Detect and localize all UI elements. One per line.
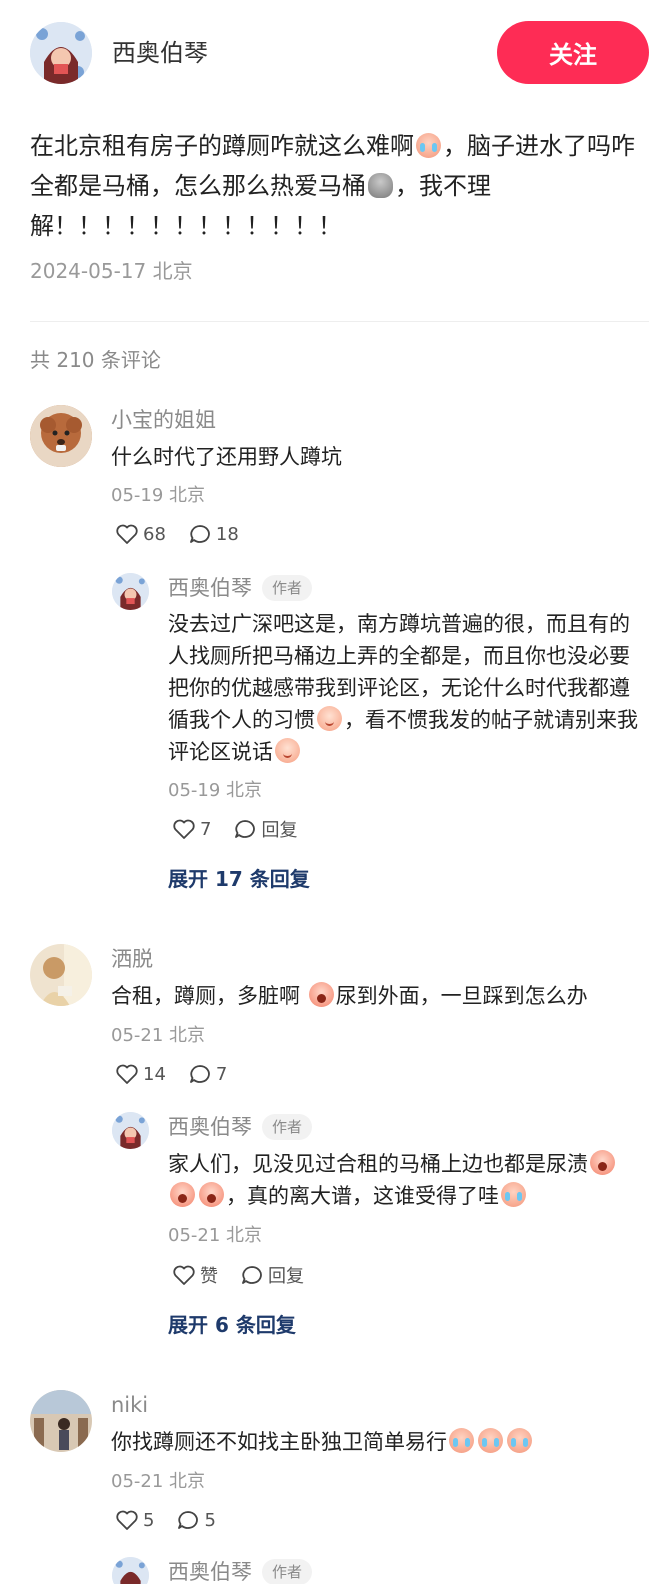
post-header: 西奥伯琴 关注 [0,0,669,110]
reply-date: 05-19 北京 [168,780,263,801]
emoji-scream-icon [170,1182,195,1207]
author-name[interactable]: 西奥伯琴 [112,37,208,69]
reply-text: 家人们，见没见过合租的马桶上边也都是尿渍 ，真的离大谱，这谁受得了哇 [168,1148,643,1212]
author-badge: 作者 [262,1559,313,1584]
heart-icon [173,819,195,839]
like-button[interactable]: 赞 [172,1262,218,1288]
reply-actions: 7 回复 [172,815,319,843]
reply-date: 05-21 北京 [168,1225,263,1246]
like-label: 赞 [200,1266,218,1287]
heart-icon [173,1265,195,1285]
reply-label: 回复 [261,820,298,841]
author-badge: 作者 [262,575,313,601]
reply-author-name[interactable]: 西奥伯琴 [168,1115,252,1139]
comment-actions: 68 18 [115,520,261,548]
expand-replies-link[interactable]: 展开 6 条回复 [168,1311,296,1339]
comment-date: 05-21 北京 [111,1025,206,1046]
commenter-avatar[interactable] [30,944,92,1006]
expand-replies-link[interactable]: 展开 17 条回复 [168,865,310,893]
reply-author[interactable]: 西奥伯琴 作者 [168,574,313,602]
comment-bubble-icon [190,525,210,543]
emoji-cry-icon [501,1182,526,1207]
like-button[interactable]: 14 [115,1063,166,1085]
reply-count: 18 [215,523,239,545]
comment-bubble-icon [235,820,256,838]
commenter-name[interactable]: 洒脱 [111,945,153,973]
reply-button[interactable]: 回复 [240,1262,304,1288]
reply-author-name[interactable]: 西奥伯琴 [168,576,252,600]
comment-bubble-icon [190,1065,210,1083]
post-text: 在北京租有房子的蹲厕咋就这么难啊 ，脑子进水了吗咋全都是马桶，怎么那么热爱马桶 ，我… [30,126,645,246]
commenter-avatar[interactable] [30,405,92,467]
reply-author[interactable]: 西奥伯琴 作者 [168,1558,313,1584]
post-text-part: 在北京租有房子的蹲厕咋就这么难啊 [30,132,414,160]
divider [30,321,649,322]
reply-button[interactable]: 7 [188,1063,227,1085]
comment-bubble-icon [178,1511,199,1529]
emoji-poop-icon [368,173,393,198]
author-avatar[interactable] [30,22,92,84]
reply-text: 没去过广深吧这是，南方蹲坑普遍的很，而且有的人找厕所把马桶边上弄的全都是，而且你… [168,608,643,768]
comment-date: 05-19 北京 [111,485,206,506]
emoji-cry-icon [416,133,441,158]
reply-button[interactable]: 5 [176,1509,216,1531]
reply-actions: 赞 回复 [172,1261,326,1289]
comment-actions: 14 7 [115,1060,249,1088]
reply-label: 回复 [268,1266,304,1287]
comment-text-part: 你找蹲厕还不如找主卧独卫简单易行 [111,1430,447,1454]
emoji-smile-icon [317,706,342,731]
heart-icon [116,1064,138,1084]
reply-count: 7 [215,1063,228,1085]
comment-text: 什么时代了还用野人蹲坑 [111,445,342,469]
like-count: 5 [143,1509,155,1531]
post-date-location: 2024-05-17 北京 [30,259,193,283]
emoji-scream-icon [590,1150,615,1175]
comment-count: 共 210 条评论 [30,348,161,372]
comment-bubble-icon [242,1266,262,1284]
like-button[interactable]: 7 [172,818,211,840]
emoji-cry-icon [507,1428,532,1453]
reply-text-part: 家人们，见没见过合租的马桶上边也都是尿渍 [168,1152,588,1176]
comment-actions: 5 5 [115,1506,238,1534]
commenter-name[interactable]: niki [111,1391,148,1419]
emoji-cry-icon [478,1428,503,1453]
reply-button[interactable]: 回复 [233,816,297,842]
reply-author-avatar[interactable] [112,1112,149,1149]
reply-author[interactable]: 西奥伯琴 作者 [168,1113,313,1141]
heart-icon [116,524,138,544]
comment-text-part: 合租，蹲厕，多脏啊 [111,984,307,1008]
comment-text: 合租，蹲厕，多脏啊 尿到外面，一旦踩到怎么办 [111,980,588,1012]
like-count: 7 [200,818,212,840]
reply-count: 5 [204,1509,216,1531]
reply-author-avatar[interactable] [112,1557,149,1584]
reply-button[interactable]: 18 [188,523,239,545]
commenter-name[interactable]: 小宝的姐姐 [111,406,216,434]
emoji-scream-icon [199,1182,224,1207]
reply-author-avatar[interactable] [112,573,149,610]
like-count: 14 [143,1063,166,1085]
emoji-cry-icon [449,1428,474,1453]
emoji-scream-icon [308,982,334,1007]
like-button[interactable]: 68 [115,523,166,545]
comment-date: 05-21 北京 [111,1471,206,1492]
like-button[interactable]: 5 [115,1509,154,1531]
heart-icon [116,1510,138,1530]
emoji-smile-icon [275,738,300,763]
like-count: 68 [143,523,166,545]
comment-text: 你找蹲厕还不如找主卧独卫简单易行 [111,1426,534,1458]
follow-button[interactable]: 关注 [497,21,649,84]
reply-text-part: ，真的离大谱，这谁受得了哇 [226,1184,499,1208]
author-badge: 作者 [262,1114,313,1140]
comment-text-part: 尿到外面，一旦踩到怎么办 [335,984,588,1008]
commenter-avatar[interactable] [30,1390,92,1452]
reply-author-name[interactable]: 西奥伯琴 [168,1560,252,1584]
